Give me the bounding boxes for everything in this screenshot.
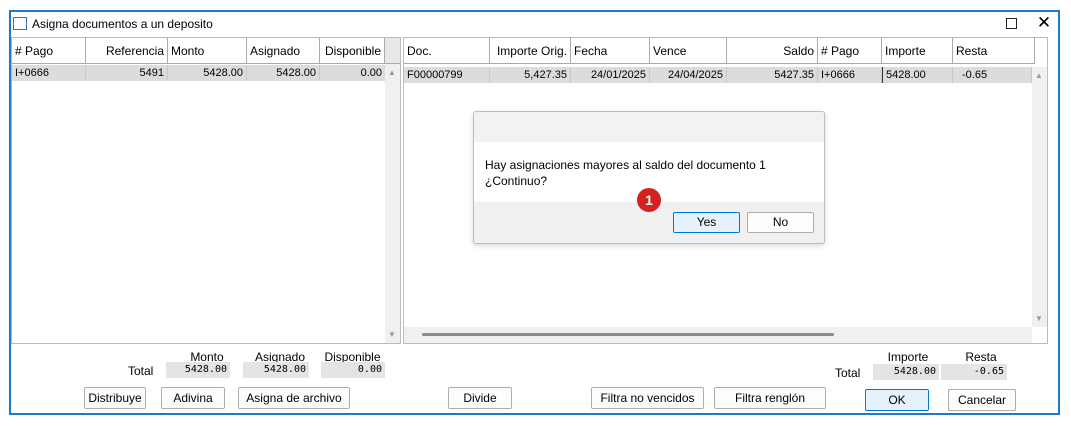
asigna-archivo-button[interactable]: Asigna de archivo xyxy=(238,387,350,409)
cell-referencia: 5491 xyxy=(86,65,168,81)
cell-monto: 5428.00 xyxy=(168,65,247,81)
col-header-resta[interactable]: Resta xyxy=(953,38,1035,64)
col-header-pago-right[interactable]: # Pago xyxy=(818,38,882,64)
scroll-up-arrow-icon[interactable]: ▲ xyxy=(385,68,399,77)
right-vertical-scrollbar[interactable]: ▲ ▼ xyxy=(1032,67,1047,327)
dialog-header xyxy=(474,112,824,142)
ok-button[interactable]: OK xyxy=(865,389,929,411)
cell-fecha: 24/01/2025 xyxy=(571,67,650,83)
right-horizontal-scrollbar[interactable] xyxy=(404,327,1032,343)
cancelar-button[interactable]: Cancelar xyxy=(948,389,1016,411)
cell-asignado: 5428.00 xyxy=(247,65,320,81)
payments-grid[interactable]: # Pago Referencia Monto Asignado Disponi… xyxy=(11,37,401,344)
col-header-saldo[interactable]: Saldo xyxy=(727,38,818,64)
col-header-importe[interactable]: Importe xyxy=(882,38,953,64)
dialog-message: Hay asignaciones mayores al saldo del do… xyxy=(485,158,766,172)
left-total-label: Total xyxy=(128,364,154,378)
right-total-label: Total xyxy=(835,366,861,380)
adivina-button[interactable]: Adivina xyxy=(161,387,225,409)
confirmation-dialog: Hay asignaciones mayores al saldo del do… xyxy=(473,111,825,244)
total-label-importe: Importe xyxy=(887,350,929,364)
col-header-doc[interactable]: Doc. xyxy=(404,38,490,64)
col-header-filler xyxy=(385,38,400,64)
close-icon[interactable]: ✕ xyxy=(1034,13,1054,33)
scroll-up-arrow-icon[interactable]: ▲ xyxy=(1032,71,1046,80)
col-header-disponible[interactable]: Disponible xyxy=(320,38,385,64)
total-resta-value: -0.65 xyxy=(941,364,1007,380)
cell-importe-orig: 5,427.35 xyxy=(490,67,571,83)
cell-doc: F00000799 xyxy=(404,67,490,83)
total-asignado-value: 5428.00 xyxy=(243,362,309,378)
total-disponible-value: 0.00 xyxy=(321,362,385,378)
dialog-question: ¿Continuo? xyxy=(485,174,548,188)
col-header-monto[interactable]: Monto xyxy=(168,38,247,64)
cell-pago: I+0666 xyxy=(12,65,86,81)
total-importe-value: 5428.00 xyxy=(873,364,939,380)
divide-button[interactable]: Divide xyxy=(448,387,512,409)
annotation-badge: 1 xyxy=(637,188,661,212)
scroll-down-arrow-icon[interactable]: ▼ xyxy=(385,330,399,339)
no-button[interactable]: No xyxy=(747,212,814,233)
distribuye-button[interactable]: Distribuye xyxy=(84,387,146,409)
col-header-pago[interactable]: # Pago xyxy=(12,38,86,64)
cell-disponible: 0.00 xyxy=(360,67,382,79)
cell-resta: -0.65 xyxy=(953,67,1032,83)
total-monto-value: 5428.00 xyxy=(166,362,230,378)
filtra-renglon-button[interactable]: Filtra renglón xyxy=(714,387,826,409)
col-header-referencia[interactable]: Referencia xyxy=(86,38,168,64)
col-header-importe-orig[interactable]: Importe Orig. xyxy=(490,38,571,64)
window-app-icon xyxy=(13,17,27,30)
left-vertical-scrollbar[interactable]: ▲ ▼ xyxy=(385,64,400,343)
col-header-vence[interactable]: Vence xyxy=(650,38,727,64)
filtra-no-vencidos-button[interactable]: Filtra no vencidos xyxy=(591,387,704,409)
total-label-resta: Resta xyxy=(965,350,997,364)
cell-pago-right: I+0666 xyxy=(818,67,882,83)
yes-button[interactable]: Yes xyxy=(673,212,740,233)
horizontal-scroll-thumb[interactable] xyxy=(422,333,834,336)
cell-saldo: 5427.35 xyxy=(727,67,818,83)
maximize-icon[interactable] xyxy=(1006,18,1017,29)
col-header-asignado[interactable]: Asignado xyxy=(247,38,320,64)
scroll-down-arrow-icon[interactable]: ▼ xyxy=(1032,314,1046,323)
cell-vence: 24/04/2025 xyxy=(650,67,727,83)
col-header-fecha[interactable]: Fecha xyxy=(571,38,650,64)
cell-importe[interactable]: 5428.00 xyxy=(882,67,953,83)
window-title: Asigna documentos a un deposito xyxy=(32,17,213,31)
